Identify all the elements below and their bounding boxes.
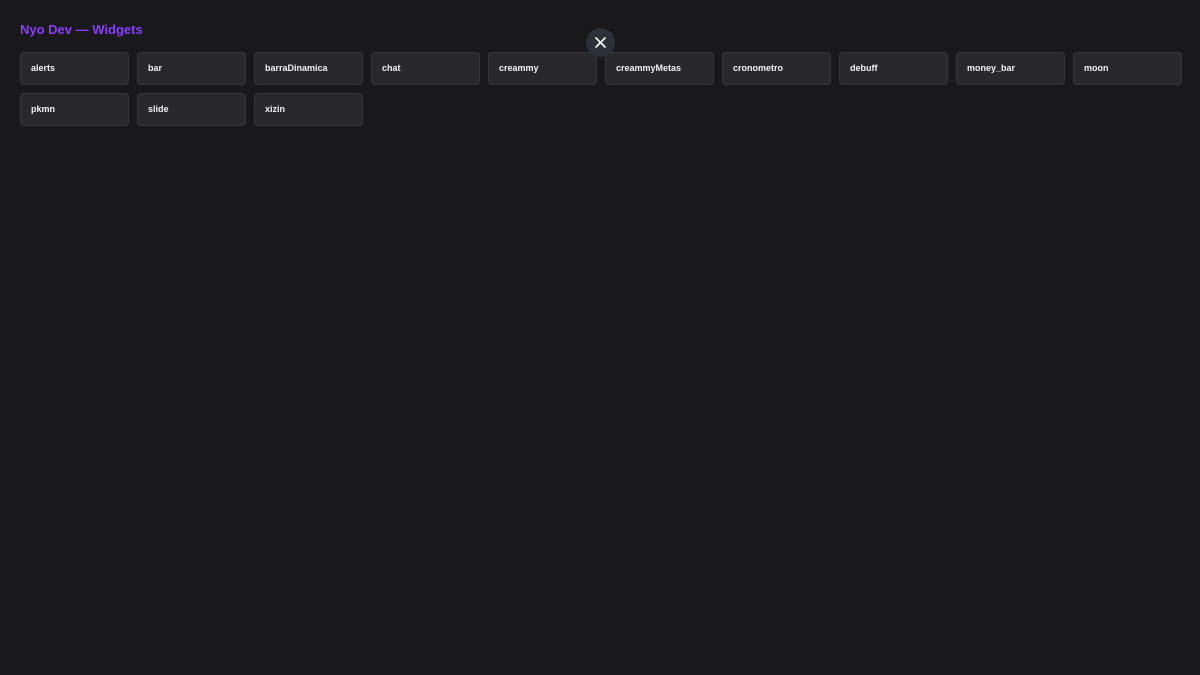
widget-grid: alerts bar barraDinamica chat creammy cr…	[20, 52, 1182, 126]
widget-button-debuff[interactable]: debuff	[839, 52, 948, 85]
widgets-page: Nyo Dev — Widgets alerts bar barraDinami…	[0, 0, 1200, 675]
close-button[interactable]	[586, 28, 615, 57]
widget-button-creammy[interactable]: creammy	[488, 52, 597, 85]
widget-button-money-bar[interactable]: money_bar	[956, 52, 1065, 85]
widget-button-creammymetas[interactable]: creammyMetas	[605, 52, 714, 85]
widget-button-pkmn[interactable]: pkmn	[20, 93, 129, 126]
widget-button-chat[interactable]: chat	[371, 52, 480, 85]
widget-button-bar[interactable]: bar	[137, 52, 246, 85]
close-icon	[595, 37, 606, 48]
widget-button-slide[interactable]: slide	[137, 93, 246, 126]
widget-button-alerts[interactable]: alerts	[20, 52, 129, 85]
widget-button-barradinamica[interactable]: barraDinamica	[254, 52, 363, 85]
widget-button-cronometro[interactable]: cronometro	[722, 52, 831, 85]
widget-button-xizin[interactable]: xizin	[254, 93, 363, 126]
widget-button-moon[interactable]: moon	[1073, 52, 1182, 85]
